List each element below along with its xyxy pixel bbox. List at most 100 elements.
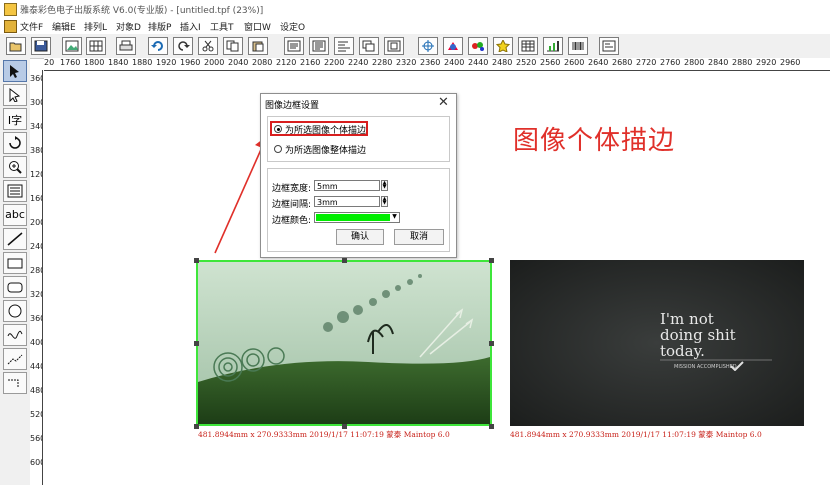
ruler-label: 360 bbox=[30, 314, 42, 323]
menu-insert[interactable]: 插入I bbox=[180, 20, 201, 33]
ruler-label: 280 bbox=[30, 266, 42, 275]
grid-icon[interactable] bbox=[86, 37, 106, 55]
open-folder-icon[interactable] bbox=[6, 37, 26, 55]
menu-tools[interactable]: 工具T bbox=[210, 20, 234, 33]
barcode-icon[interactable] bbox=[568, 37, 588, 55]
ruler-label: 2920 bbox=[756, 58, 777, 67]
paste-icon[interactable] bbox=[248, 37, 268, 55]
text-block-tool-icon[interactable] bbox=[3, 180, 27, 202]
print-icon[interactable] bbox=[116, 37, 136, 55]
option-individual-label: 为所选图像个体描边 bbox=[285, 126, 367, 136]
palette-icon[interactable] bbox=[468, 37, 488, 55]
resize-handle[interactable] bbox=[342, 258, 347, 263]
image1-caption: 481.8944mm x 270.9333mm 2019/1/17 11:07:… bbox=[198, 430, 450, 439]
cancel-button[interactable]: 取消 bbox=[394, 229, 444, 245]
menu-window[interactable]: 窗口W bbox=[244, 20, 271, 33]
abc-text-tool-icon[interactable]: abc bbox=[3, 204, 27, 226]
menu-file[interactable]: 文件F bbox=[20, 20, 43, 33]
resize-handle[interactable] bbox=[489, 341, 494, 346]
menu-bar: 文件F 编辑E 排列L 对象D 排版P 插入I 工具T 窗口W 设定O bbox=[0, 18, 830, 34]
ruler-label: 2320 bbox=[396, 58, 417, 67]
check-icon bbox=[730, 361, 744, 371]
text-flow-icon[interactable] bbox=[309, 37, 329, 55]
ruler-label: 400 bbox=[30, 338, 42, 347]
ruler-label: 1960 bbox=[180, 58, 201, 67]
resize-handle[interactable] bbox=[489, 424, 494, 429]
crosshair-icon[interactable] bbox=[418, 37, 438, 55]
undo-icon[interactable] bbox=[148, 37, 168, 55]
ruler-label: 160 bbox=[30, 194, 42, 203]
ruler-label: 340 bbox=[30, 122, 42, 131]
resize-handle[interactable] bbox=[194, 341, 199, 346]
ruler-label: 2400 bbox=[444, 58, 465, 67]
menu-edit[interactable]: 编辑E bbox=[52, 20, 76, 33]
cut-icon[interactable] bbox=[198, 37, 218, 55]
group-icon[interactable] bbox=[384, 37, 404, 55]
ruler-label: 380 bbox=[30, 146, 42, 155]
copy-icon[interactable] bbox=[223, 37, 243, 55]
width-spinner[interactable]: ▲ ▼ bbox=[381, 180, 388, 191]
rectangle-tool-icon[interactable] bbox=[3, 252, 27, 274]
redo-icon[interactable] bbox=[173, 37, 193, 55]
toolbar bbox=[0, 34, 830, 59]
polyline-tool-icon[interactable] bbox=[3, 372, 27, 394]
menu-object[interactable]: 对象D bbox=[116, 20, 141, 33]
color-wheel-icon[interactable] bbox=[443, 37, 463, 55]
star-icon[interactable] bbox=[493, 37, 513, 55]
ruler-label: 2360 bbox=[420, 58, 441, 67]
radio-overall[interactable] bbox=[274, 145, 282, 153]
image-icon[interactable] bbox=[62, 37, 82, 55]
ruler-label: 1800 bbox=[84, 58, 105, 67]
save-icon[interactable] bbox=[31, 37, 51, 55]
menu-layout[interactable]: 排版P bbox=[148, 20, 171, 33]
border-settings-dialog: 图像边框设置 ✕ 为所选图像个体描边 为所选图像整体描边 边框宽度: 5mm ▲… bbox=[260, 93, 457, 258]
radio-individual[interactable] bbox=[274, 125, 282, 133]
chevron-down-icon[interactable]: ▼ bbox=[390, 212, 399, 221]
ruler-label: 2200 bbox=[324, 58, 345, 67]
ruler-label: 2960 bbox=[780, 58, 801, 67]
menu-arrange[interactable]: 排列L bbox=[84, 20, 107, 33]
ruler-label: 2680 bbox=[612, 58, 633, 67]
ruler-label: 2080 bbox=[252, 58, 273, 67]
align-icon[interactable] bbox=[334, 37, 354, 55]
ruler-label: 1920 bbox=[156, 58, 177, 67]
rotate-tool-icon[interactable] bbox=[3, 132, 27, 154]
layers-icon[interactable] bbox=[359, 37, 379, 55]
width-label: 边框宽度: bbox=[272, 184, 312, 194]
freehand-tool-icon[interactable] bbox=[3, 348, 27, 370]
chart-icon[interactable] bbox=[543, 37, 563, 55]
ruler-label: 2040 bbox=[228, 58, 249, 67]
ellipse-tool-icon[interactable] bbox=[3, 300, 27, 322]
type-tool-icon[interactable]: I字 bbox=[3, 108, 27, 130]
table-icon[interactable] bbox=[518, 37, 538, 55]
ruler-label: 560 bbox=[30, 434, 42, 443]
line-tool-icon[interactable] bbox=[3, 228, 27, 250]
ruler-label: 2880 bbox=[732, 58, 753, 67]
ruler-label: 240 bbox=[30, 242, 42, 251]
ruler-label: 320 bbox=[30, 290, 42, 299]
arrow-tool-icon[interactable] bbox=[3, 60, 27, 82]
close-icon[interactable]: ✕ bbox=[438, 95, 449, 110]
zoom-tool-icon[interactable] bbox=[3, 156, 27, 178]
spacing-spinner[interactable]: ▲ ▼ bbox=[381, 196, 388, 207]
image2-caption: 481.8944mm x 270.9333mm 2019/1/17 11:07:… bbox=[510, 430, 762, 439]
resize-handle[interactable] bbox=[489, 258, 494, 263]
slogan-image[interactable]: I'm not doing shit today. MISSION ACCOMP… bbox=[510, 260, 804, 426]
landscape-image[interactable] bbox=[196, 260, 492, 426]
resize-handle[interactable] bbox=[194, 258, 199, 263]
rounded-rect-tool-icon[interactable] bbox=[3, 276, 27, 298]
node-tool-icon[interactable] bbox=[3, 84, 27, 106]
ok-button[interactable]: 确认 bbox=[336, 229, 384, 245]
ruler-label: 2240 bbox=[348, 58, 369, 67]
preview-icon[interactable] bbox=[599, 37, 619, 55]
document-icon[interactable] bbox=[4, 20, 17, 33]
spacing-field[interactable]: 3mm bbox=[314, 196, 380, 207]
ruler-label: 20 bbox=[44, 58, 55, 67]
color-select[interactable]: ▼ bbox=[314, 212, 400, 223]
text-frame-icon[interactable] bbox=[284, 37, 304, 55]
curve-tool-icon[interactable] bbox=[3, 324, 27, 346]
ruler-label: 2120 bbox=[276, 58, 297, 67]
width-field[interactable]: 5mm bbox=[314, 180, 380, 191]
ruler-label: 200 bbox=[30, 218, 42, 227]
menu-settings[interactable]: 设定O bbox=[280, 20, 305, 33]
